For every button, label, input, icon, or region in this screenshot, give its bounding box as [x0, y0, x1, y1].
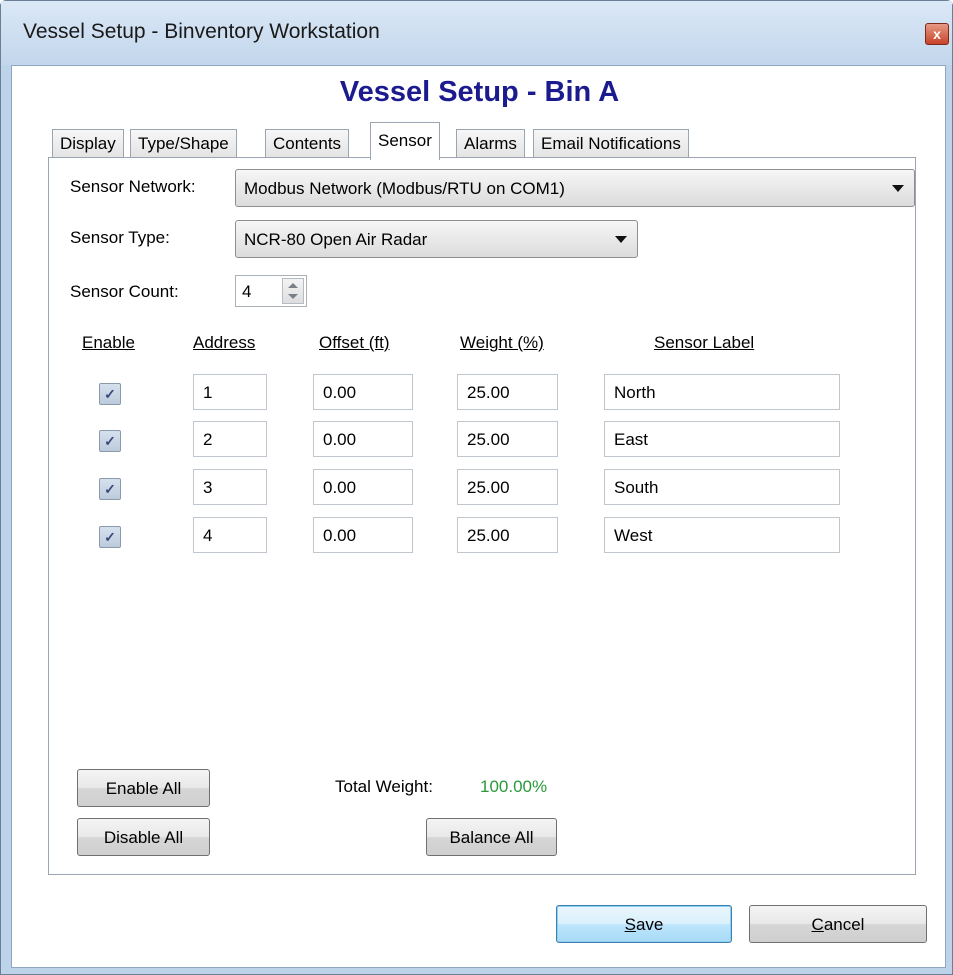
- offset-field[interactable]: 0.00: [313, 421, 413, 457]
- sensor-count-label: Sensor Count:: [70, 282, 179, 301]
- address-field[interactable]: 2: [193, 421, 267, 457]
- check-icon: ✓: [104, 385, 116, 402]
- cancel-button[interactable]: Cancel: [749, 905, 927, 943]
- spin-up-icon[interactable]: [288, 283, 298, 288]
- sensor-network-value: Modbus Network (Modbus/RTU on COM1): [244, 179, 565, 198]
- address-field[interactable]: 3: [193, 469, 267, 505]
- tab-alarms[interactable]: Alarms: [456, 129, 525, 159]
- sensor-type-value: NCR-80 Open Air Radar: [244, 230, 428, 249]
- sensor-label-field[interactable]: South: [604, 469, 840, 505]
- weight-field[interactable]: 25.00: [457, 469, 558, 505]
- chevron-down-icon: [892, 185, 904, 192]
- cancel-label: ancel: [823, 915, 865, 934]
- check-icon: ✓: [104, 480, 116, 497]
- sensor-label-field[interactable]: East: [604, 421, 840, 457]
- sensor-label-field[interactable]: North: [604, 374, 840, 410]
- weight-field[interactable]: 25.00: [457, 374, 558, 410]
- sensor-network-select[interactable]: Modbus Network (Modbus/RTU on COM1): [235, 169, 915, 207]
- enable-checkbox[interactable]: ✓: [99, 526, 121, 548]
- enable-column-header: Enable: [82, 333, 135, 352]
- tab-sensor[interactable]: Sensor: [370, 122, 440, 160]
- sensor-type-select[interactable]: NCR-80 Open Air Radar: [235, 220, 638, 258]
- window-title: Vessel Setup - Binventory Workstation: [23, 20, 380, 43]
- close-icon: x: [933, 26, 941, 42]
- page-title: Vessel Setup - Bin A: [339, 76, 620, 108]
- enable-checkbox[interactable]: ✓: [99, 478, 121, 500]
- enable-all-button[interactable]: Enable All: [77, 769, 210, 807]
- address-field[interactable]: 4: [193, 517, 267, 553]
- tab-email-notifications[interactable]: Email Notifications: [533, 129, 689, 159]
- save-button[interactable]: Save: [556, 905, 732, 943]
- title-bar[interactable]: Vessel Setup - Binventory Workstation x: [1, 1, 952, 65]
- sensor-network-label: Sensor Network:: [70, 177, 196, 196]
- enable-checkbox[interactable]: ✓: [99, 383, 121, 405]
- dialog-body: Vessel Setup - Bin A Display Type/Shape …: [11, 65, 946, 968]
- weight-column-header: Weight (%): [460, 333, 544, 352]
- vessel-setup-window: Vessel Setup - Binventory Workstation x …: [0, 0, 953, 975]
- sensor-label-field[interactable]: West: [604, 517, 840, 553]
- offset-field[interactable]: 0.00: [313, 517, 413, 553]
- spin-icon[interactable]: [282, 278, 304, 304]
- tab-display[interactable]: Display: [52, 129, 124, 159]
- sensor-count-value: 4: [242, 282, 252, 301]
- tab-contents[interactable]: Contents: [265, 129, 350, 159]
- weight-field[interactable]: 25.00: [457, 421, 558, 457]
- check-icon: ✓: [104, 528, 116, 545]
- weight-field[interactable]: 25.00: [457, 517, 558, 553]
- address-field[interactable]: 1: [193, 374, 267, 410]
- sensor-count-stepper[interactable]: 4: [235, 275, 307, 307]
- close-button[interactable]: x: [925, 23, 949, 45]
- balance-all-button[interactable]: Balance All: [426, 818, 557, 856]
- sensor-label-column-header: Sensor Label: [654, 333, 755, 352]
- disable-all-button[interactable]: Disable All: [77, 818, 210, 856]
- enable-checkbox[interactable]: ✓: [99, 430, 121, 452]
- save-label: ave: [635, 915, 664, 934]
- offset-field[interactable]: 0.00: [313, 374, 413, 410]
- save-accelerator: S: [624, 915, 636, 934]
- sensor-type-label: Sensor Type:: [70, 228, 170, 247]
- offset-field[interactable]: 0.00: [313, 469, 413, 505]
- chevron-down-icon: [615, 236, 627, 243]
- tab-type-shape[interactable]: Type/Shape: [130, 129, 237, 159]
- sensor-panel: Sensor Network: Modbus Network (Modbus/R…: [48, 157, 916, 875]
- address-column-header: Address: [193, 333, 256, 352]
- offset-column-header: Offset (ft): [319, 333, 390, 352]
- total-weight-label: Total Weight:: [335, 777, 433, 796]
- check-icon: ✓: [104, 432, 116, 449]
- spin-down-icon[interactable]: [288, 294, 298, 299]
- cancel-accelerator: C: [811, 915, 824, 934]
- total-weight-value: 100.00%: [480, 777, 548, 796]
